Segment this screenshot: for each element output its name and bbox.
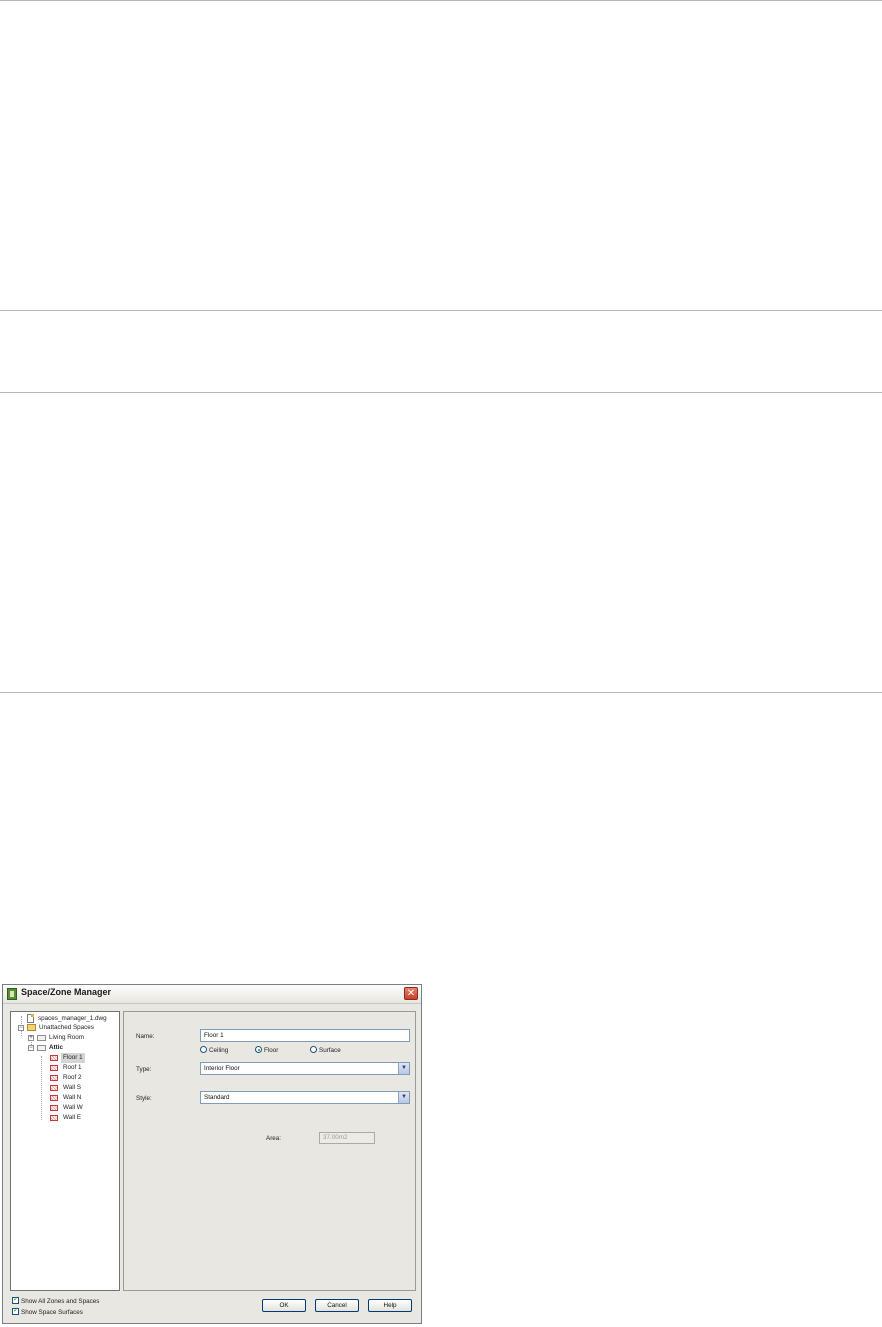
show-space-surfaces-checkbox[interactable]: Show Space Surfaces — [12, 1306, 83, 1317]
surface-icon — [50, 1085, 58, 1091]
app-icon — [7, 988, 17, 1000]
tree-item-label: Roof 2 — [63, 1074, 82, 1081]
radio-ceiling-label: Ceiling — [209, 1047, 229, 1054]
space-icon — [37, 1045, 46, 1051]
radio-button-icon — [310, 1046, 317, 1053]
tree-item-label: Floor 1 — [61, 1053, 85, 1063]
style-value: Standard — [204, 1094, 230, 1101]
name-field[interactable]: Floor 1 — [200, 1029, 410, 1042]
page-divider — [0, 310, 882, 311]
space-tree[interactable]: spaces_manager_1.dwg − Unattached Spaces… — [10, 1011, 120, 1291]
tree-item-label: Wall N — [63, 1094, 82, 1101]
space-icon — [37, 1035, 46, 1041]
collapse-icon[interactable]: − — [28, 1045, 34, 1051]
checkbox-checked-icon — [12, 1306, 19, 1315]
tree-connector — [41, 1056, 42, 1120]
cancel-button[interactable]: Cancel — [315, 1299, 359, 1312]
chevron-down-icon[interactable]: ▼ — [398, 1092, 409, 1103]
tree-item-label: Living Room — [49, 1034, 84, 1041]
folder-icon — [27, 1024, 36, 1031]
area-label: Area: — [266, 1135, 282, 1142]
page-divider — [0, 692, 882, 693]
surface-icon — [50, 1075, 58, 1081]
radio-button-icon — [200, 1046, 207, 1053]
radio-ceiling[interactable]: Ceiling — [200, 1046, 228, 1055]
show-all-zones-label: Show All Zones and Spaces — [21, 1298, 100, 1305]
name-label: Name: — [136, 1033, 155, 1040]
tree-item-label: Roof 1 — [63, 1064, 82, 1071]
page-divider — [0, 392, 882, 393]
show-all-zones-checkbox[interactable]: Show All Zones and Spaces — [12, 1295, 100, 1306]
chevron-down-icon[interactable]: ▼ — [398, 1063, 409, 1074]
tree-item-label: Unattached Spaces — [39, 1024, 94, 1031]
collapse-icon[interactable]: − — [18, 1025, 24, 1031]
type-value: Interior Floor — [204, 1065, 240, 1072]
radio-floor-label: Floor — [264, 1047, 279, 1054]
space-zone-manager-dialog: Space/Zone Manager ✕ spaces_manager_1.dw… — [2, 984, 422, 1324]
surface-icon — [50, 1115, 58, 1121]
style-label: Style: — [136, 1095, 152, 1102]
tree-item-label: Attic — [49, 1044, 63, 1051]
tree-item-label: Wall E — [63, 1114, 81, 1121]
type-dropdown[interactable]: Interior Floor ▼ — [200, 1062, 410, 1075]
help-button[interactable]: Help — [368, 1299, 412, 1312]
show-space-surfaces-label: Show Space Surfaces — [21, 1309, 83, 1316]
radio-surface[interactable]: Surface — [310, 1046, 341, 1055]
surface-properties-panel: Name: Floor 1 Ceiling Floor Surface Type… — [123, 1011, 416, 1291]
radio-button-selected-icon — [255, 1046, 262, 1053]
type-label: Type: — [136, 1066, 152, 1073]
tree-item-label: Wall W — [63, 1104, 83, 1111]
dialog-title: Space/Zone Manager — [21, 987, 112, 997]
surface-icon — [50, 1055, 58, 1061]
close-button[interactable]: ✕ — [404, 987, 418, 1000]
page-divider — [0, 0, 882, 1]
style-dropdown[interactable]: Standard ▼ — [200, 1091, 410, 1104]
surface-icon — [50, 1095, 58, 1101]
radio-floor[interactable]: Floor — [255, 1046, 278, 1055]
surface-icon — [50, 1065, 58, 1071]
drawing-file-icon — [27, 1014, 34, 1023]
tree-item-label: Wall S — [63, 1084, 81, 1091]
area-readonly-field: 37.00m2 — [319, 1132, 375, 1144]
close-icon: ✕ — [406, 988, 416, 999]
surface-icon — [50, 1105, 58, 1111]
radio-surface-label: Surface — [319, 1047, 341, 1054]
expand-icon[interactable]: + — [28, 1035, 34, 1041]
checkbox-checked-icon — [12, 1295, 19, 1304]
ok-button[interactable]: OK — [262, 1299, 306, 1312]
title-bar[interactable]: Space/Zone Manager ✕ — [3, 985, 421, 1004]
